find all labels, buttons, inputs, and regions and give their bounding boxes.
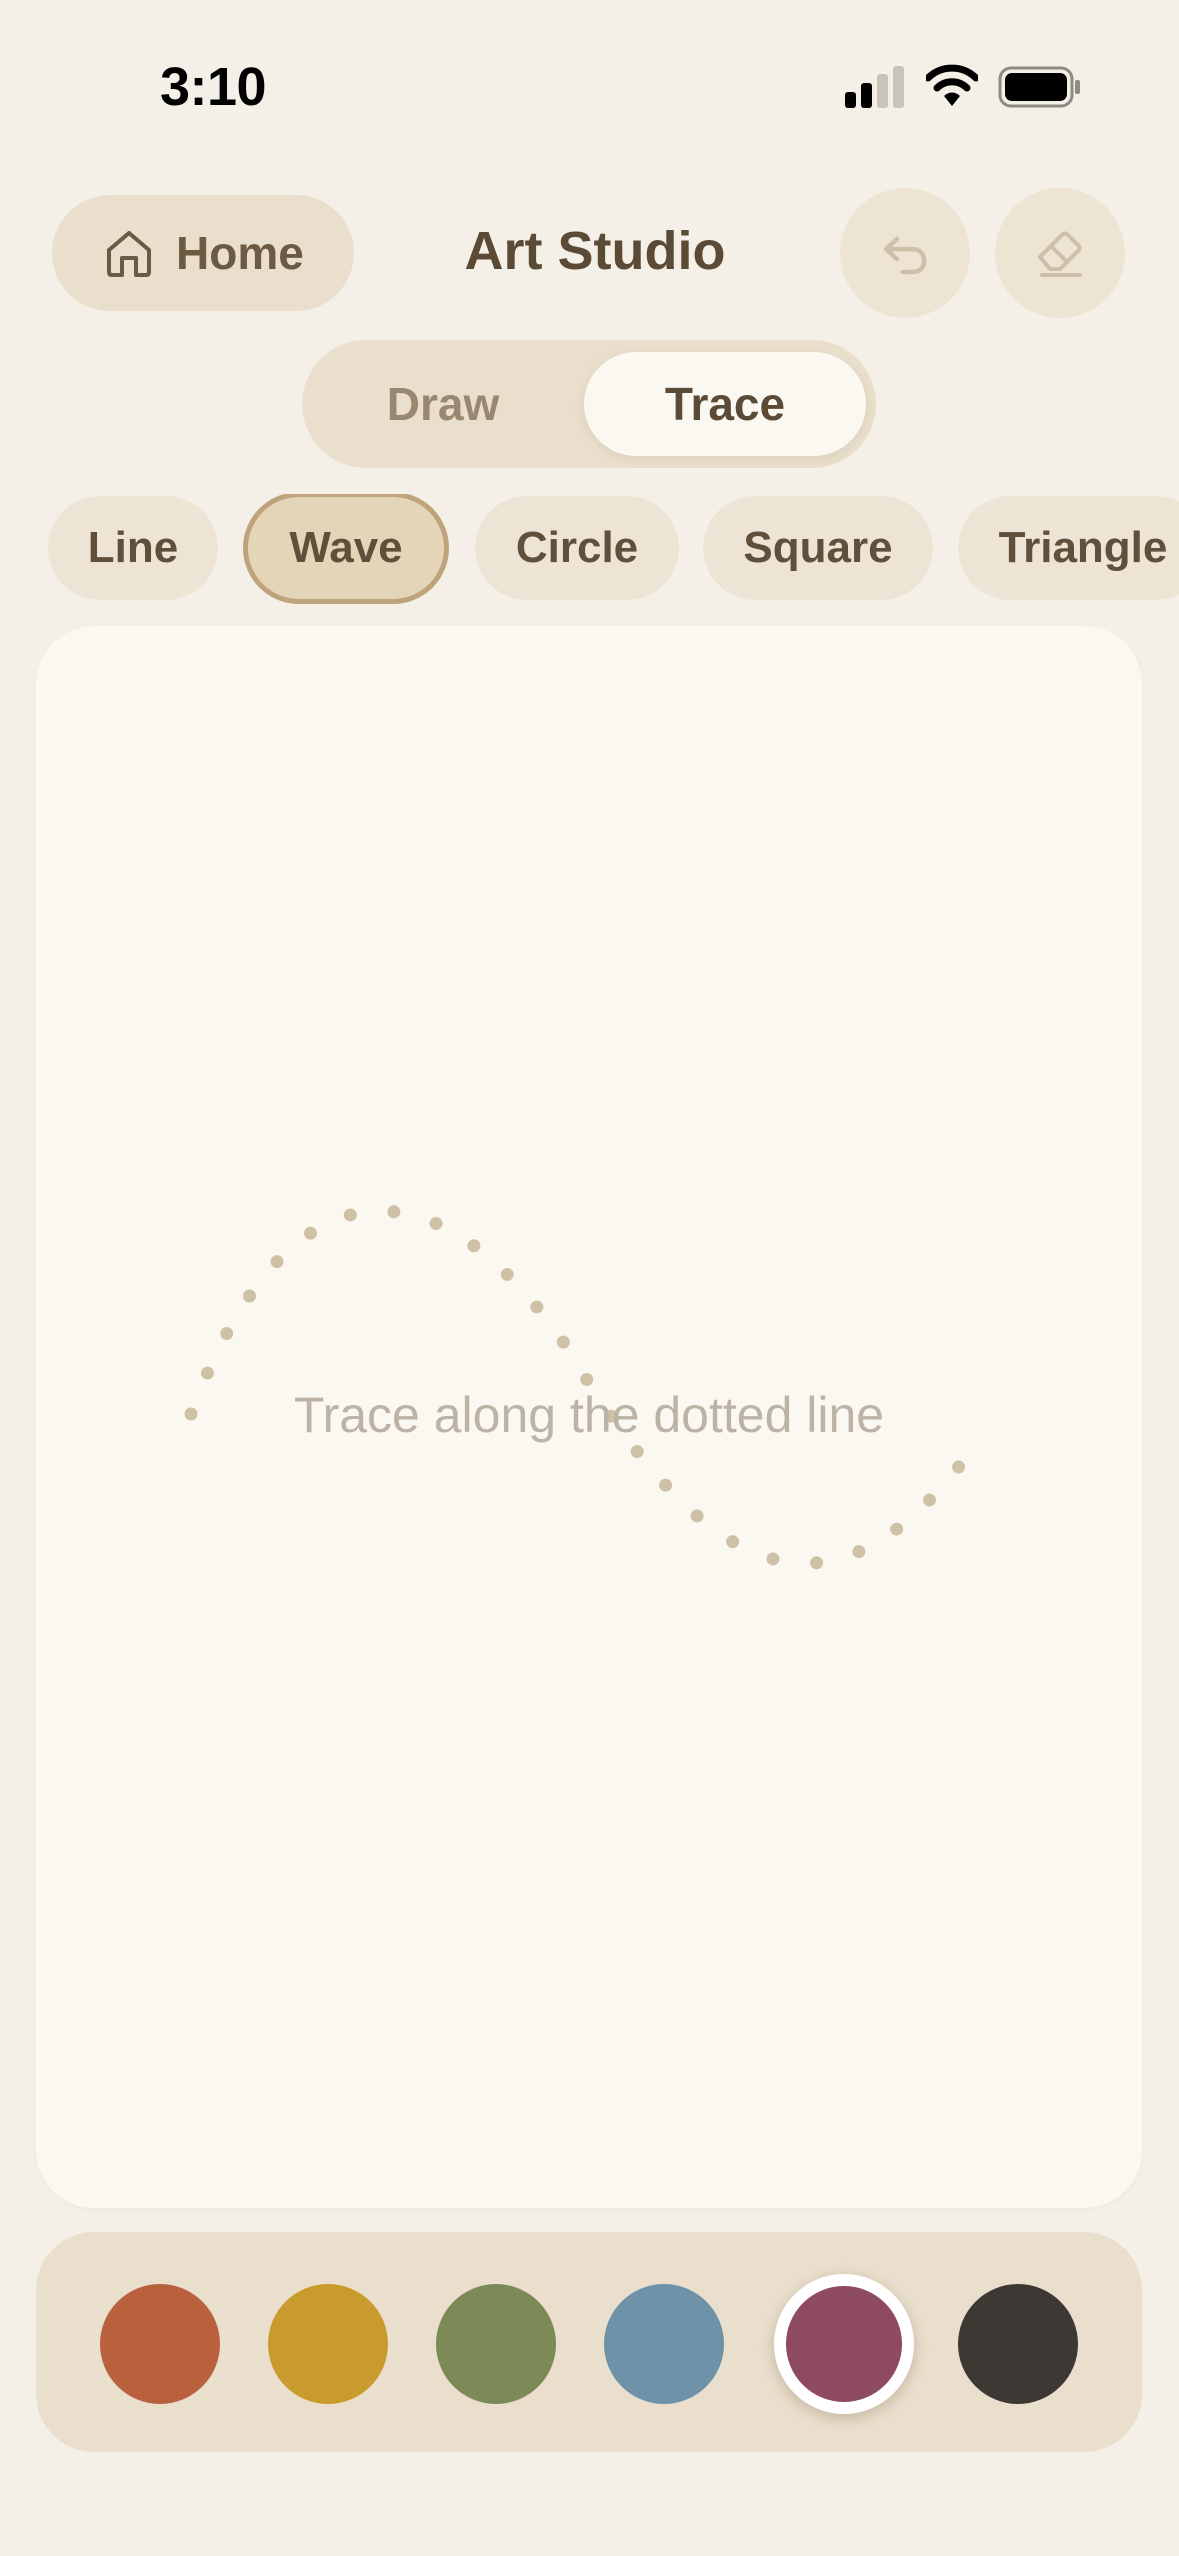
home-icon (107, 231, 151, 277)
color-swatch-olive[interactable] (436, 2284, 556, 2404)
battery-icon (998, 66, 1080, 108)
color-swatch-mustard[interactable] (268, 2284, 388, 2404)
color-swatch-berry[interactable] (774, 2274, 914, 2414)
undo-icon (883, 236, 927, 275)
wifi-icon (926, 64, 978, 106)
trace-hint: Trace along the dotted line (293, 1387, 885, 1443)
shape-chip-line[interactable]: Line (48, 496, 218, 600)
mode-draw-tab[interactable]: Draw (318, 352, 568, 456)
mode-trace-tab[interactable]: Trace (584, 352, 866, 456)
home-button[interactable]: Home (52, 195, 354, 311)
undo-button[interactable] (840, 188, 970, 318)
shape-chip-triangle[interactable]: Triangle (958, 496, 1179, 600)
home-label: Home (176, 227, 304, 279)
shape-selector: Line Wave Circle Square Triangle (0, 494, 1179, 612)
color-swatch-charcoal[interactable] (958, 2284, 1078, 2404)
status-bar: 3:10 (0, 0, 1179, 150)
drawing-canvas[interactable]: Trace along the dotted line (36, 626, 1142, 2208)
color-palette (36, 2232, 1142, 2452)
color-swatch-blue[interactable] (604, 2284, 724, 2404)
color-swatch-orange[interactable] (100, 2284, 220, 2404)
eraser-button[interactable] (995, 188, 1125, 318)
shape-chip-square[interactable]: Square (703, 496, 933, 600)
page-title: Art Studio (464, 221, 726, 281)
mode-toggle: Draw Trace (302, 340, 876, 468)
cellular-signal-icon (845, 66, 904, 108)
eraser-icon (1038, 231, 1082, 277)
shape-chip-circle[interactable]: Circle (475, 496, 679, 600)
shape-chip-wave[interactable]: Wave (243, 494, 449, 604)
status-time: 3:10 (160, 57, 267, 117)
